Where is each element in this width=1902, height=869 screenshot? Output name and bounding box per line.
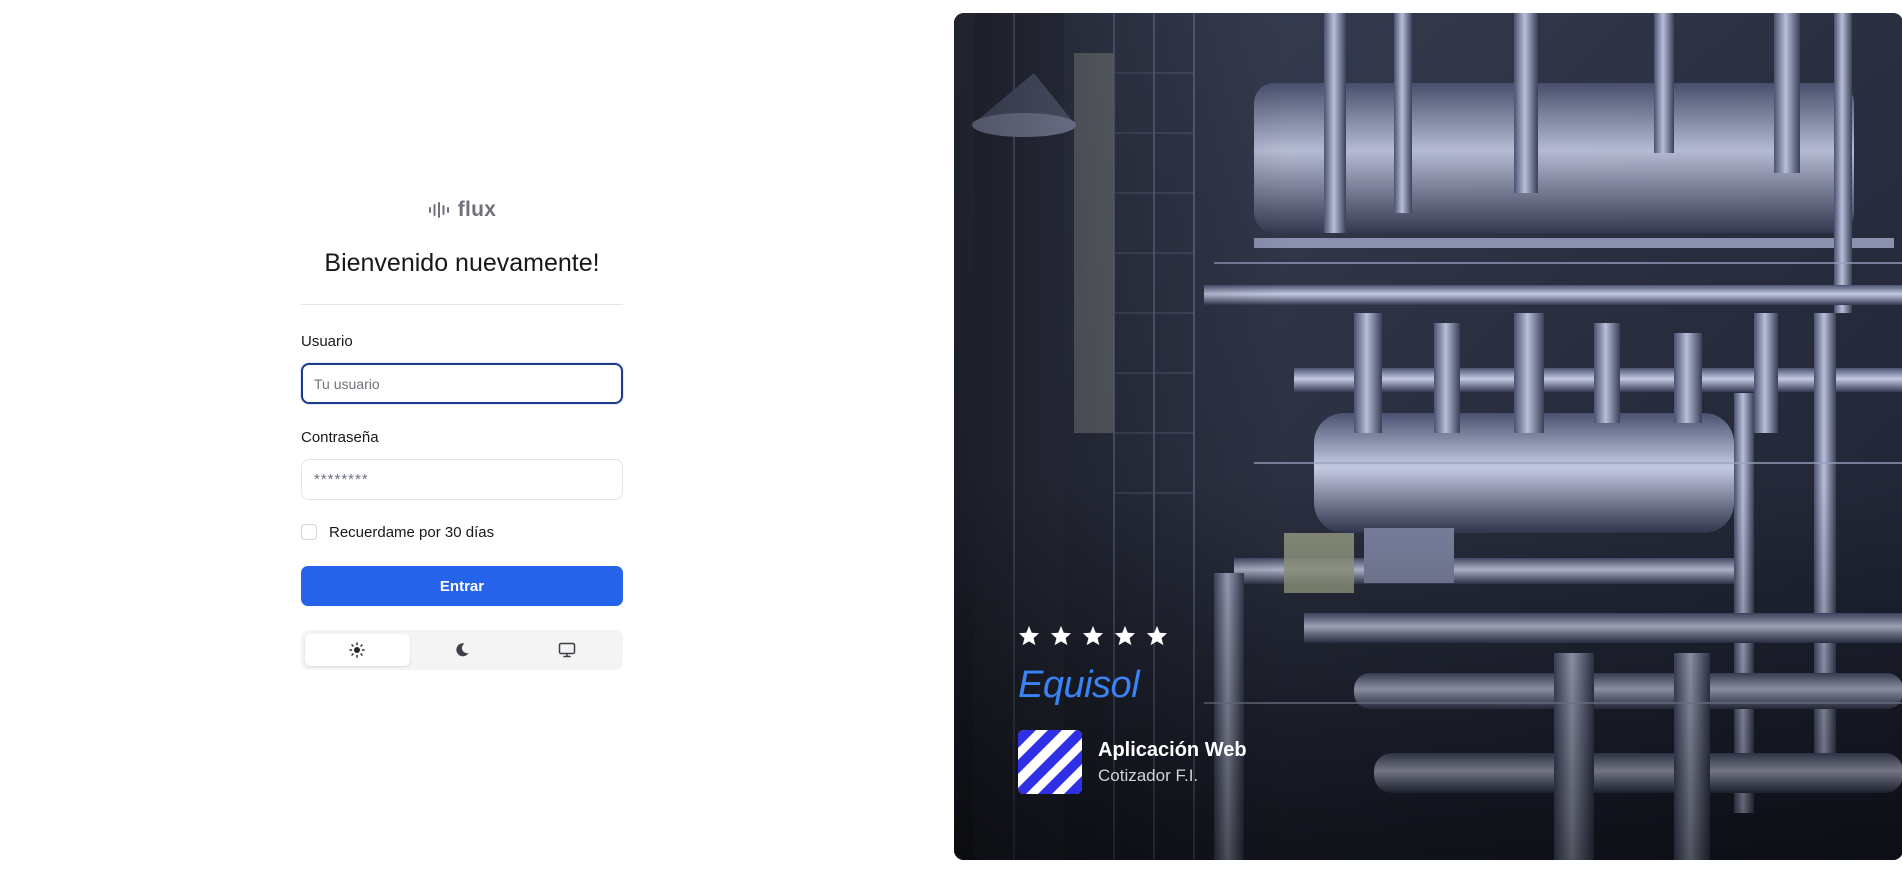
star-icon xyxy=(1114,625,1136,646)
username-input[interactable]: Tu usuario xyxy=(301,363,623,404)
username-label: Usuario xyxy=(301,333,353,350)
brand-name: flux xyxy=(457,198,497,221)
brand-logo: flux xyxy=(301,195,623,225)
moon-icon xyxy=(456,643,469,657)
username-placeholder: Tu usuario xyxy=(314,375,380,392)
theme-light-button[interactable] xyxy=(305,634,410,666)
star-icon xyxy=(1146,625,1168,646)
star-icon xyxy=(1050,625,1072,646)
app-card: Aplicación Web Cotizador F.I. xyxy=(1018,730,1247,794)
password-label: Contraseña xyxy=(301,429,379,446)
password-placeholder: ******** xyxy=(314,471,369,488)
star-icon xyxy=(1018,625,1040,646)
rating-stars xyxy=(1018,625,1168,646)
password-input[interactable]: ******** xyxy=(301,459,623,500)
login-panel: flux Bienvenido nuevamente! Usuario Tu u… xyxy=(0,0,952,869)
app-info: Aplicación Web Cotizador F.I. xyxy=(1098,737,1247,787)
star-icon xyxy=(1082,625,1104,646)
theme-switcher xyxy=(301,630,623,670)
sun-icon xyxy=(349,642,366,658)
remember-label[interactable]: Recuerdame por 30 días xyxy=(329,524,494,541)
app-logo xyxy=(1018,730,1082,794)
theme-system-button[interactable] xyxy=(514,634,619,666)
theme-dark-button[interactable] xyxy=(410,634,515,666)
company-name: Equisol xyxy=(1018,664,1140,706)
waveform-icon xyxy=(428,202,449,218)
monitor-icon xyxy=(558,642,575,658)
divider xyxy=(301,304,623,305)
showcase-panel: Equisol Aplicación Web Cotizador F.I. xyxy=(954,13,1902,860)
app-title: Aplicación Web xyxy=(1098,739,1247,761)
page-title: Bienvenido nuevamente! xyxy=(324,249,600,277)
submit-button[interactable]: Entrar xyxy=(301,566,623,606)
app-subtitle: Cotizador F.I. xyxy=(1098,766,1199,785)
remember-checkbox[interactable] xyxy=(301,524,317,540)
remember-me[interactable]: Recuerdame por 30 días xyxy=(301,522,623,542)
login-form: flux Bienvenido nuevamente! Usuario Tu u… xyxy=(301,195,623,670)
